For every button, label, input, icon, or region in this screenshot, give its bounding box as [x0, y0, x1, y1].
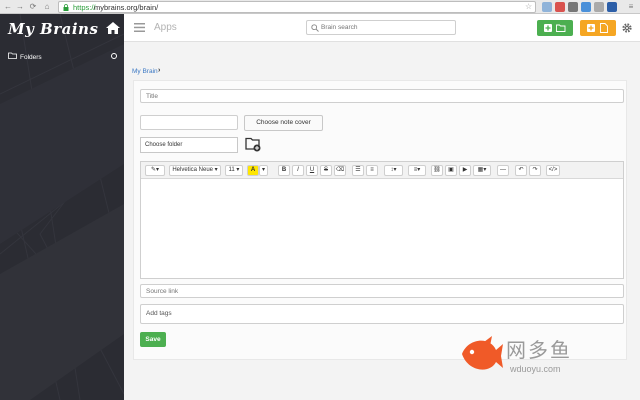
browser-menu-icon[interactable]: ≡ [626, 2, 636, 12]
magic-style-button[interactable]: ✎▾ [145, 165, 165, 176]
font-size-dropdown[interactable]: 11 ▾ [225, 165, 243, 176]
extension-icon[interactable] [594, 2, 604, 12]
text-color-button[interactable]: A [247, 165, 259, 176]
add-folder-button[interactable] [537, 20, 573, 36]
extension-icon[interactable] [607, 2, 617, 12]
numbered-list-icon[interactable]: ≡ [366, 165, 378, 176]
cover-file-input[interactable] [140, 115, 238, 130]
folder-open-icon [8, 52, 17, 59]
watermark-text: 网多鱼 [506, 338, 572, 362]
strikethrough-button[interactable]: S [320, 165, 332, 176]
watermark: 网多鱼 wduoyu.com [456, 328, 640, 400]
underline-button[interactable]: U [306, 165, 318, 176]
eraser-icon[interactable]: ⌫ [334, 165, 346, 176]
folder-select[interactable]: Choose folder [140, 137, 238, 153]
video-icon[interactable]: ▶ [459, 165, 471, 176]
apps-link[interactable]: Apps [154, 22, 177, 33]
home-browser-icon[interactable]: ⌂ [42, 2, 52, 12]
forward-icon[interactable]: → [15, 2, 25, 12]
app-logo[interactable]: My Brains [8, 20, 98, 38]
sidebar-item-folders[interactable]: Folders [20, 54, 42, 61]
tags-input[interactable]: Add tags [140, 304, 624, 324]
gear-icon[interactable] [621, 22, 633, 34]
search-input[interactable] [321, 22, 451, 33]
sidebar-background-pattern [0, 14, 124, 400]
font-size-value: 11 [228, 167, 235, 173]
folder-plus-icon[interactable] [245, 136, 261, 152]
back-icon[interactable]: ← [3, 2, 13, 12]
save-button[interactable]: Save [140, 332, 166, 347]
note-icon [600, 23, 608, 33]
table-dropdown[interactable]: ▦▾ [473, 165, 491, 176]
breadcrumb-my-brain[interactable]: My Brain [132, 68, 158, 75]
search-icon [311, 24, 319, 32]
undo-icon[interactable]: ↶ [515, 165, 527, 176]
extension-icon[interactable] [581, 2, 591, 12]
horizontal-rule-icon[interactable]: — [497, 165, 509, 176]
browser-toolbar: ← → ⟳ ⌂ https:// mybrains.org/brain/ ☆ ≡ [0, 0, 640, 14]
url-scheme: https:// [73, 3, 96, 12]
text-color-dropdown[interactable]: ▾ [259, 165, 268, 176]
reload-icon[interactable]: ⟳ [28, 2, 38, 12]
menu-icon[interactable] [134, 23, 145, 32]
search-box[interactable] [306, 20, 456, 35]
fish-logo [462, 336, 503, 370]
align-dropdown[interactable]: ≡▾ [408, 165, 426, 176]
title-input[interactable] [140, 89, 624, 103]
add-note-button[interactable] [580, 20, 616, 36]
plus-icon [587, 24, 595, 32]
code-view-icon[interactable]: </> [546, 165, 560, 176]
editor-toolbar: ✎▾ Helvetica Neue ▾ 11 ▾ A ▾ B I U S ⌫ ☰… [141, 162, 623, 179]
url-path: mybrains.org/brain/ [94, 3, 159, 12]
rich-text-editor[interactable]: ✎▾ Helvetica Neue ▾ 11 ▾ A ▾ B I U S ⌫ ☰… [140, 161, 624, 279]
main-content: My Brain › Choose note cover Choose fold… [124, 42, 640, 400]
lock-icon [63, 4, 69, 11]
plus-icon [544, 24, 552, 32]
redo-icon[interactable]: ↷ [529, 165, 541, 176]
extension-icon[interactable] [555, 2, 565, 12]
font-family-value: Helvetica Neue [172, 167, 213, 173]
folder-open-icon [556, 24, 566, 32]
font-family-dropdown[interactable]: Helvetica Neue ▾ [169, 165, 221, 176]
sidebar: My Brains Folders [0, 14, 124, 400]
bullet-list-icon[interactable]: ☰ [352, 165, 364, 176]
watermark-url: wduoyu.com [510, 364, 561, 374]
line-height-dropdown[interactable]: ↕▾ [384, 165, 403, 176]
extension-icon[interactable] [542, 2, 552, 12]
italic-button[interactable]: I [292, 165, 304, 176]
image-icon[interactable]: ▣ [445, 165, 457, 176]
home-icon[interactable] [106, 22, 120, 34]
app-header: Apps [124, 14, 640, 42]
source-link-input[interactable] [140, 284, 624, 298]
link-icon[interactable]: ⛓ [431, 165, 443, 176]
bookmark-star-icon[interactable]: ☆ [525, 2, 532, 11]
address-bar[interactable]: https:// mybrains.org/brain/ ☆ [58, 1, 536, 13]
bold-button[interactable]: B [278, 165, 290, 176]
add-folder-icon[interactable] [111, 53, 117, 59]
choose-cover-button[interactable]: Choose note cover [244, 115, 323, 131]
breadcrumb-separator: › [158, 67, 161, 74]
extension-icon[interactable] [568, 2, 578, 12]
